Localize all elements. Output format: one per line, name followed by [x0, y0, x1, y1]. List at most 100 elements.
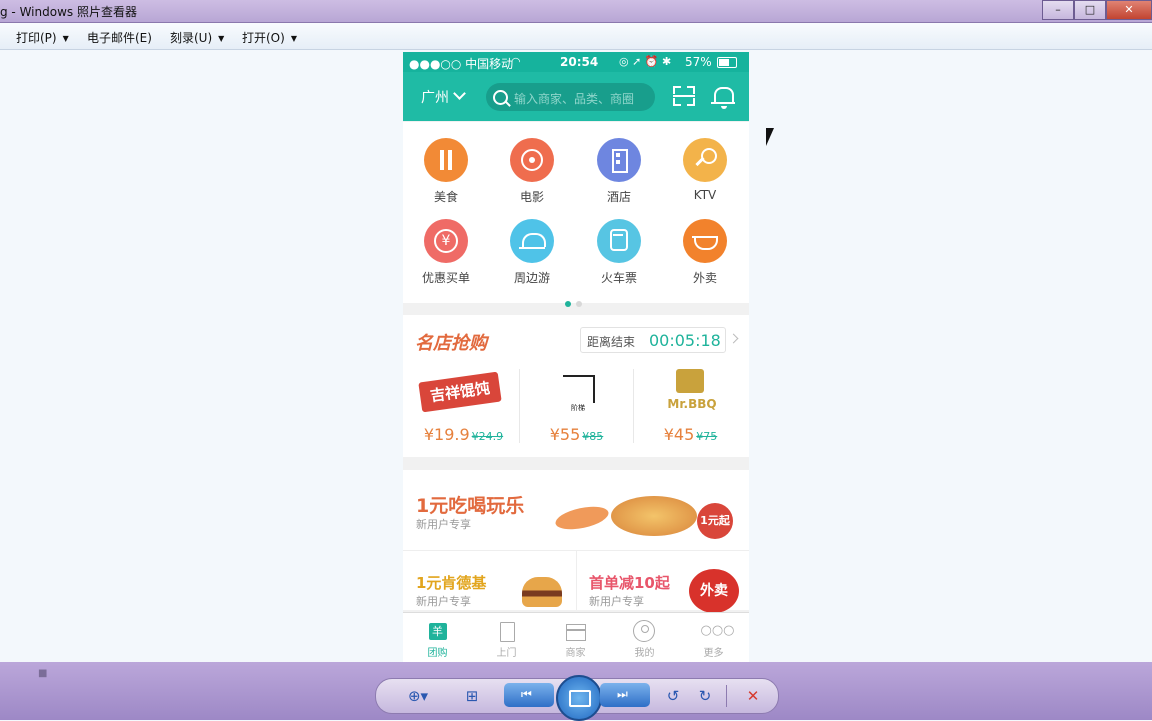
tab-label: 上门 [496, 648, 517, 659]
category-takeout[interactable]: 外卖 [662, 219, 748, 286]
zoom-icon[interactable]: ⊕▾ [400, 685, 436, 707]
window-titlebar: g - Windows 照片查看器 – □ ✕ [0, 0, 1152, 23]
tab-merchants[interactable]: 商家 [541, 613, 610, 662]
promo-kfc-subtitle: 新用户专享 [416, 595, 471, 608]
tab-profile[interactable]: 我的 [610, 613, 679, 662]
shop-logo: 吉祥馄饨 [416, 367, 511, 419]
promo-kfc[interactable]: 1元肯德基 新用户专享 [403, 551, 576, 610]
menu-burn[interactable]: 刻录(U) ▼ [170, 29, 224, 46]
original-price: ¥75 [696, 430, 718, 443]
category-food[interactable]: 美食 [403, 138, 489, 205]
page-dot-active [565, 301, 571, 307]
promo-banner-subtitle: 新用户专享 [416, 518, 471, 531]
travel-icon [510, 219, 554, 263]
tab-more[interactable]: ○○○ 更多 [679, 613, 748, 662]
category-nearby-travel[interactable]: 周边游 [489, 219, 575, 286]
phone-screen: ●●●○○ 中国移动 ◠ 20:54 ◎ ➚ ⏰ ✱ 57% 广州 输入商家、品… [403, 52, 749, 662]
next-icon: ⏭ [617, 687, 628, 701]
promo-takeout-title: 首单减10起 [589, 574, 670, 592]
hotel-icon [597, 138, 641, 182]
control-pill: ⊕▾ ⊞ ⏮ ⏭ ↺ ↻ ✕ [375, 675, 779, 721]
chevron-right-icon[interactable] [728, 333, 739, 344]
carrier-text: ●●●○○ 中国移动 [409, 57, 514, 71]
category-label: 外卖 [692, 271, 717, 285]
more-icon: ○○○ [700, 623, 735, 638]
flash-deal-card[interactable]: Mr.BBQ ¥45 ¥75 [633, 367, 748, 451]
search-input[interactable]: 输入商家、品类、商圈 [486, 83, 655, 111]
tab-group-buy[interactable]: 羊 团购 [403, 613, 472, 662]
tab-label: 更多 [703, 648, 724, 659]
tab-label: 团购 [427, 648, 448, 659]
city-selector[interactable]: 广州 [421, 87, 466, 107]
flash-deal-card[interactable]: 阶梯 ¥55 ¥85 [519, 367, 634, 451]
category-label: 电影 [519, 190, 544, 204]
flash-deal-card[interactable]: 吉祥馄饨 ¥19.9 ¥24.9 [406, 367, 521, 451]
next-button[interactable]: ⏭ [600, 683, 650, 707]
rotate-clockwise-icon[interactable]: ↻ [694, 685, 716, 707]
pizza-image [611, 496, 697, 536]
close-button[interactable]: ✕ [1106, 0, 1152, 20]
actual-size-icon[interactable]: ⊞ [458, 685, 486, 707]
previous-button[interactable]: ⏮ [504, 683, 554, 707]
microphone-icon [683, 138, 727, 182]
page-dot[interactable] [576, 301, 582, 307]
menu-email[interactable]: 电子邮件(E) [87, 29, 152, 46]
search-icon [493, 90, 508, 105]
menu-print[interactable]: 打印(P) ▼ [16, 29, 69, 46]
category-train-ticket[interactable]: 火车票 [576, 219, 662, 286]
original-price: ¥24.9 [471, 430, 504, 443]
dropdown-arrow-icon: ▼ [62, 34, 69, 43]
takeout-badge: 外卖 [689, 569, 739, 613]
tab-door-service[interactable]: 上门 [472, 613, 541, 662]
category-ktv[interactable]: KTV [662, 138, 748, 202]
status-time: 20:54 [560, 55, 599, 69]
shop-logo-text: 阶梯 [571, 404, 585, 412]
category-label: 酒店 [606, 190, 631, 204]
shop-logo: 阶梯 [529, 367, 624, 419]
minimize-button[interactable]: – [1042, 0, 1074, 20]
deal-price: ¥55 [549, 425, 581, 444]
dropdown-arrow-icon: ▼ [290, 34, 297, 43]
phone-status-bar: ●●●○○ 中国移动 ◠ 20:54 ◎ ➚ ⏰ ✱ 57% [403, 52, 749, 72]
battery-icon [717, 57, 737, 68]
previous-icon: ⏮ [521, 687, 532, 701]
shop-logo: Mr.BBQ [643, 367, 738, 419]
category-grid: 美食 电影 酒店 KTV ¥ 优惠买单 周边游 火车票 外卖 [403, 122, 749, 307]
category-movie[interactable]: 电影 [489, 138, 575, 205]
viewer-toolbar: ■ ⊕▾ ⊞ ⏮ ⏭ ↺ ↻ ✕ [0, 662, 1152, 721]
menu-open[interactable]: 打开(O) ▼ [242, 29, 297, 46]
search-placeholder: 输入商家、品类、商圈 [514, 92, 635, 106]
shrimp-image [553, 502, 611, 534]
stairs-logo-icon [563, 375, 595, 403]
bbq-emblem-icon [676, 369, 704, 393]
rotate-counterclockwise-icon[interactable]: ↺ [662, 685, 684, 707]
burger-image [522, 577, 562, 607]
promo-section: 1元吃喝玩乐 新用户专享 1元起 1元肯德基 新用户专享 首单减10起 新用户专… [403, 470, 749, 613]
deal-price: ¥19.9 [423, 425, 470, 444]
dropdown-arrow-icon: ▼ [218, 34, 225, 43]
fork-knife-icon [424, 138, 468, 182]
category-discount-pay[interactable]: ¥ 优惠买单 [403, 219, 489, 286]
category-label: 美食 [433, 190, 458, 204]
promo-takeout[interactable]: 首单减10起 新用户专享 外卖 [577, 551, 749, 613]
yuan-coupon-icon: ¥ [424, 219, 468, 263]
takeout-bowl-icon [683, 219, 727, 263]
timer-label: 距离结束 [587, 335, 636, 349]
promo-banner[interactable]: 1元吃喝玩乐 新用户专享 1元起 [403, 470, 749, 550]
slideshow-button[interactable] [556, 675, 602, 721]
scan-icon[interactable] [673, 86, 695, 106]
status-icons: ◎ ➚ ⏰ ✱ [619, 55, 672, 68]
notification-bell-icon[interactable] [711, 87, 735, 109]
menu-bar: 打印(P) ▼ 电子邮件(E) 刻录(U) ▼ 打开(O) ▼ [0, 23, 1152, 50]
countdown-timer[interactable]: 距离结束 00:05:18 [580, 327, 726, 353]
maximize-button[interactable]: □ [1074, 0, 1106, 20]
delete-icon[interactable]: ✕ [742, 685, 764, 707]
tab-label: 商家 [565, 648, 586, 659]
page-indicator [565, 292, 587, 311]
film-reel-icon [510, 138, 554, 182]
profile-icon [632, 620, 655, 642]
promo-kfc-title: 1元肯德基 [416, 574, 487, 592]
deal-price: ¥45 [663, 425, 695, 444]
wifi-icon: ◠ [511, 55, 521, 68]
category-hotel[interactable]: 酒店 [576, 138, 662, 205]
